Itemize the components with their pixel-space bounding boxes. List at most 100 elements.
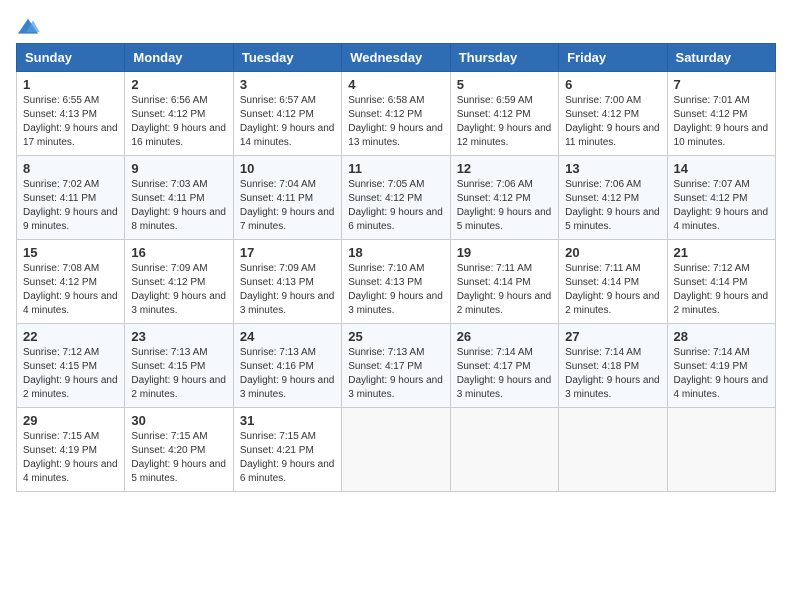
day-info: Sunrise: 7:13 AM Sunset: 4:16 PM Dayligh… (240, 346, 335, 402)
day-info: Sunrise: 7:14 AM Sunset: 4:17 PM Dayligh… (457, 346, 552, 402)
calendar-cell: 3 Sunrise: 6:57 AM Sunset: 4:12 PM Dayli… (233, 72, 341, 156)
calendar-body: 1 Sunrise: 6:55 AM Sunset: 4:13 PM Dayli… (17, 72, 776, 492)
day-number: 5 (457, 77, 552, 92)
day-number: 1 (23, 77, 118, 92)
logo-icon (16, 17, 40, 37)
calendar-cell: 29 Sunrise: 7:15 AM Sunset: 4:19 PM Dayl… (17, 408, 125, 492)
day-info: Sunrise: 7:10 AM Sunset: 4:13 PM Dayligh… (348, 262, 443, 318)
calendar-header: SundayMondayTuesdayWednesdayThursdayFrid… (17, 44, 776, 72)
calendar-table: SundayMondayTuesdayWednesdayThursdayFrid… (16, 43, 776, 492)
day-info: Sunrise: 7:09 AM Sunset: 4:13 PM Dayligh… (240, 262, 335, 318)
day-info: Sunrise: 7:12 AM Sunset: 4:14 PM Dayligh… (674, 262, 769, 318)
day-info: Sunrise: 7:09 AM Sunset: 4:12 PM Dayligh… (131, 262, 226, 318)
day-info: Sunrise: 7:05 AM Sunset: 4:12 PM Dayligh… (348, 178, 443, 234)
calendar-cell: 20 Sunrise: 7:11 AM Sunset: 4:14 PM Dayl… (559, 240, 667, 324)
header-saturday: Saturday (667, 44, 775, 72)
header-row: SundayMondayTuesdayWednesdayThursdayFrid… (17, 44, 776, 72)
day-number: 2 (131, 77, 226, 92)
header-wednesday: Wednesday (342, 44, 450, 72)
calendar-cell: 14 Sunrise: 7:07 AM Sunset: 4:12 PM Dayl… (667, 156, 775, 240)
day-number: 20 (565, 245, 660, 260)
calendar-cell: 8 Sunrise: 7:02 AM Sunset: 4:11 PM Dayli… (17, 156, 125, 240)
header-tuesday: Tuesday (233, 44, 341, 72)
day-info: Sunrise: 7:13 AM Sunset: 4:15 PM Dayligh… (131, 346, 226, 402)
calendar-cell: 12 Sunrise: 7:06 AM Sunset: 4:12 PM Dayl… (450, 156, 558, 240)
day-number: 30 (131, 413, 226, 428)
day-info: Sunrise: 7:01 AM Sunset: 4:12 PM Dayligh… (674, 94, 769, 150)
day-number: 21 (674, 245, 769, 260)
day-number: 19 (457, 245, 552, 260)
week-row-2: 8 Sunrise: 7:02 AM Sunset: 4:11 PM Dayli… (17, 156, 776, 240)
calendar-cell: 1 Sunrise: 6:55 AM Sunset: 4:13 PM Dayli… (17, 72, 125, 156)
header-friday: Friday (559, 44, 667, 72)
day-info: Sunrise: 7:14 AM Sunset: 4:18 PM Dayligh… (565, 346, 660, 402)
day-info: Sunrise: 6:56 AM Sunset: 4:12 PM Dayligh… (131, 94, 226, 150)
calendar-cell: 31 Sunrise: 7:15 AM Sunset: 4:21 PM Dayl… (233, 408, 341, 492)
day-info: Sunrise: 6:57 AM Sunset: 4:12 PM Dayligh… (240, 94, 335, 150)
day-info: Sunrise: 7:06 AM Sunset: 4:12 PM Dayligh… (565, 178, 660, 234)
day-number: 25 (348, 329, 443, 344)
day-number: 11 (348, 161, 443, 176)
day-number: 3 (240, 77, 335, 92)
calendar-cell (667, 408, 775, 492)
day-info: Sunrise: 7:13 AM Sunset: 4:17 PM Dayligh… (348, 346, 443, 402)
day-number: 31 (240, 413, 335, 428)
day-number: 27 (565, 329, 660, 344)
day-number: 9 (131, 161, 226, 176)
calendar-cell: 24 Sunrise: 7:13 AM Sunset: 4:16 PM Dayl… (233, 324, 341, 408)
calendar-cell: 16 Sunrise: 7:09 AM Sunset: 4:12 PM Dayl… (125, 240, 233, 324)
calendar-cell: 27 Sunrise: 7:14 AM Sunset: 4:18 PM Dayl… (559, 324, 667, 408)
day-number: 24 (240, 329, 335, 344)
day-info: Sunrise: 7:11 AM Sunset: 4:14 PM Dayligh… (457, 262, 552, 318)
calendar-cell: 26 Sunrise: 7:14 AM Sunset: 4:17 PM Dayl… (450, 324, 558, 408)
day-info: Sunrise: 7:15 AM Sunset: 4:19 PM Dayligh… (23, 430, 118, 486)
header-thursday: Thursday (450, 44, 558, 72)
day-info: Sunrise: 7:08 AM Sunset: 4:12 PM Dayligh… (23, 262, 118, 318)
day-number: 6 (565, 77, 660, 92)
day-info: Sunrise: 6:58 AM Sunset: 4:12 PM Dayligh… (348, 94, 443, 150)
calendar-cell: 25 Sunrise: 7:13 AM Sunset: 4:17 PM Dayl… (342, 324, 450, 408)
day-info: Sunrise: 7:15 AM Sunset: 4:21 PM Dayligh… (240, 430, 335, 486)
calendar-cell: 4 Sunrise: 6:58 AM Sunset: 4:12 PM Dayli… (342, 72, 450, 156)
day-info: Sunrise: 7:06 AM Sunset: 4:12 PM Dayligh… (457, 178, 552, 234)
day-number: 4 (348, 77, 443, 92)
day-info: Sunrise: 7:07 AM Sunset: 4:12 PM Dayligh… (674, 178, 769, 234)
calendar-cell: 5 Sunrise: 6:59 AM Sunset: 4:12 PM Dayli… (450, 72, 558, 156)
calendar-cell: 21 Sunrise: 7:12 AM Sunset: 4:14 PM Dayl… (667, 240, 775, 324)
day-info: Sunrise: 7:11 AM Sunset: 4:14 PM Dayligh… (565, 262, 660, 318)
day-number: 14 (674, 161, 769, 176)
calendar-cell: 11 Sunrise: 7:05 AM Sunset: 4:12 PM Dayl… (342, 156, 450, 240)
day-info: Sunrise: 7:12 AM Sunset: 4:15 PM Dayligh… (23, 346, 118, 402)
calendar-cell: 17 Sunrise: 7:09 AM Sunset: 4:13 PM Dayl… (233, 240, 341, 324)
day-info: Sunrise: 6:59 AM Sunset: 4:12 PM Dayligh… (457, 94, 552, 150)
calendar-cell: 28 Sunrise: 7:14 AM Sunset: 4:19 PM Dayl… (667, 324, 775, 408)
header-sunday: Sunday (17, 44, 125, 72)
week-row-5: 29 Sunrise: 7:15 AM Sunset: 4:19 PM Dayl… (17, 408, 776, 492)
calendar-cell: 30 Sunrise: 7:15 AM Sunset: 4:20 PM Dayl… (125, 408, 233, 492)
day-number: 15 (23, 245, 118, 260)
calendar-cell: 13 Sunrise: 7:06 AM Sunset: 4:12 PM Dayl… (559, 156, 667, 240)
calendar-cell: 22 Sunrise: 7:12 AM Sunset: 4:15 PM Dayl… (17, 324, 125, 408)
day-number: 29 (23, 413, 118, 428)
day-info: Sunrise: 6:55 AM Sunset: 4:13 PM Dayligh… (23, 94, 118, 150)
day-number: 23 (131, 329, 226, 344)
day-number: 28 (674, 329, 769, 344)
day-info: Sunrise: 7:14 AM Sunset: 4:19 PM Dayligh… (674, 346, 769, 402)
day-number: 13 (565, 161, 660, 176)
calendar-cell: 10 Sunrise: 7:04 AM Sunset: 4:11 PM Dayl… (233, 156, 341, 240)
week-row-1: 1 Sunrise: 6:55 AM Sunset: 4:13 PM Dayli… (17, 72, 776, 156)
calendar-cell: 6 Sunrise: 7:00 AM Sunset: 4:12 PM Dayli… (559, 72, 667, 156)
day-number: 10 (240, 161, 335, 176)
calendar-cell: 23 Sunrise: 7:13 AM Sunset: 4:15 PM Dayl… (125, 324, 233, 408)
day-info: Sunrise: 7:15 AM Sunset: 4:20 PM Dayligh… (131, 430, 226, 486)
calendar-cell: 19 Sunrise: 7:11 AM Sunset: 4:14 PM Dayl… (450, 240, 558, 324)
calendar-cell (450, 408, 558, 492)
header-monday: Monday (125, 44, 233, 72)
day-number: 12 (457, 161, 552, 176)
day-number: 7 (674, 77, 769, 92)
day-number: 16 (131, 245, 226, 260)
day-info: Sunrise: 7:03 AM Sunset: 4:11 PM Dayligh… (131, 178, 226, 234)
day-info: Sunrise: 7:02 AM Sunset: 4:11 PM Dayligh… (23, 178, 118, 234)
day-number: 17 (240, 245, 335, 260)
day-number: 8 (23, 161, 118, 176)
